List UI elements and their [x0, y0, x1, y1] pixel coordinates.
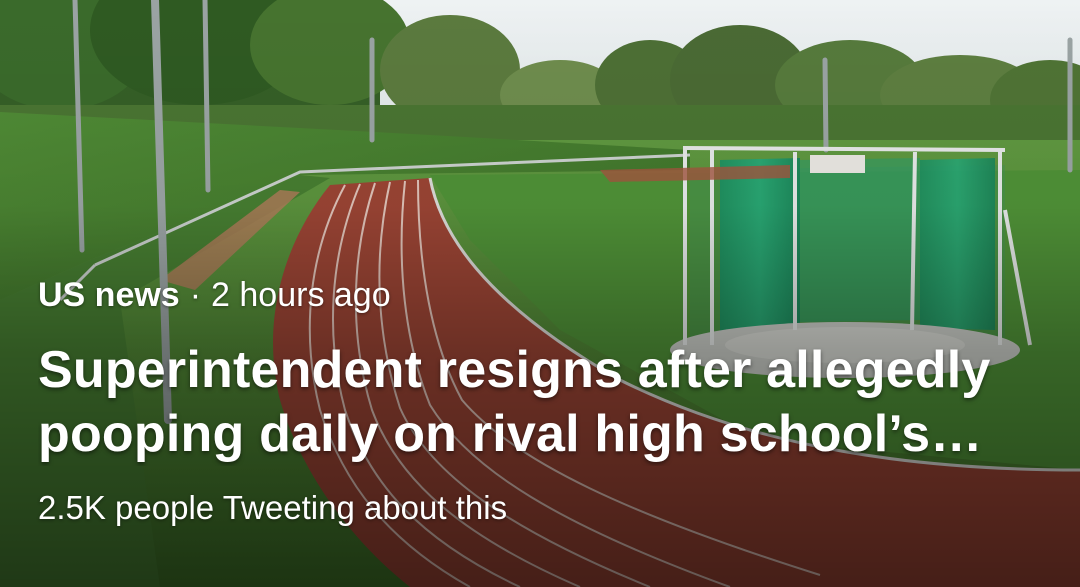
- news-card[interactable]: US news · 2 hours ago Superintendent resig…: [0, 0, 1080, 587]
- article-text[interactable]: US news · 2 hours ago Superintendent resig…: [38, 272, 1048, 530]
- social-proof: 2.5K people Tweeting about this: [38, 489, 508, 526]
- timestamp: 2 hours ago: [211, 276, 391, 314]
- meta-separator: ·: [189, 276, 202, 314]
- headline[interactable]: Superintendent resigns after allegedly p…: [38, 338, 1048, 466]
- source-label[interactable]: US news: [38, 276, 180, 314]
- article-meta: US news · 2 hours ago: [38, 272, 1048, 318]
